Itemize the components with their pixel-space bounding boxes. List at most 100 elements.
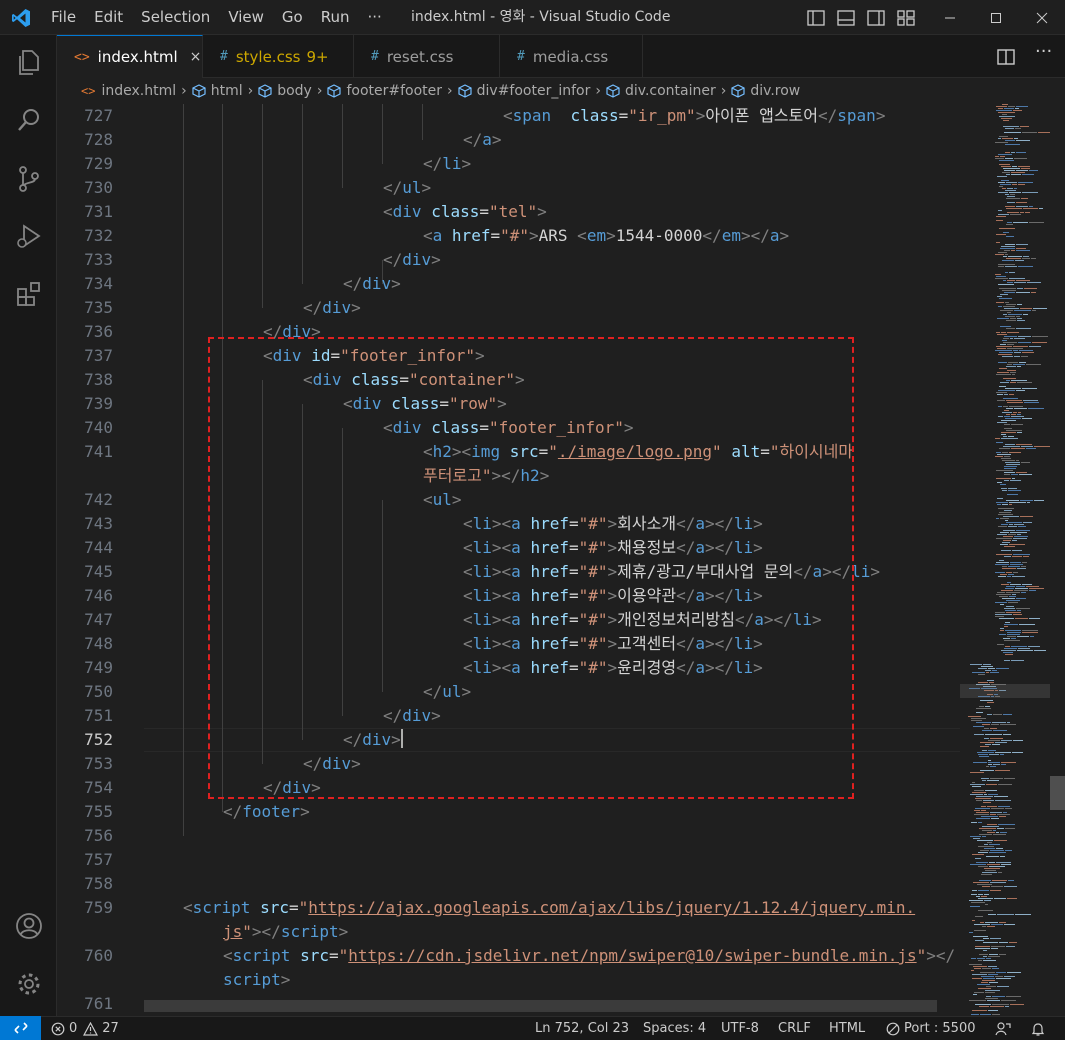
- minimap-line: [996, 470, 1013, 471]
- minimap-line: [990, 778, 1003, 779]
- menu-file[interactable]: File: [42, 0, 85, 35]
- tab-style-css[interactable]: # style.css 9+: [203, 35, 354, 78]
- horizontal-scrollbar[interactable]: [144, 1000, 937, 1012]
- toggle-panel-icon[interactable]: [836, 8, 856, 28]
- scrollbar-thumb[interactable]: [1050, 776, 1065, 810]
- toggle-secondary-sidebar-icon[interactable]: [866, 8, 886, 28]
- minimap-line: [1017, 636, 1029, 637]
- minimap-line: [978, 960, 982, 961]
- minimap-line: [1007, 280, 1015, 281]
- minimap-line: [983, 938, 989, 939]
- minimap[interactable]: [960, 104, 1050, 1016]
- minimap-line: [994, 898, 1006, 899]
- source-control-icon[interactable]: [14, 164, 44, 194]
- minimap-line: [988, 760, 991, 761]
- minimap-line: [978, 890, 989, 891]
- minimap-line: [995, 350, 1012, 351]
- minimap-line: [1009, 502, 1026, 503]
- breadcrumb-item[interactable]: div#footer_infor: [458, 83, 590, 99]
- minimap-line: [1003, 398, 1018, 399]
- breadcrumb-item[interactable]: div.row: [731, 83, 800, 99]
- minimap-line: [1008, 566, 1020, 567]
- minimap-line: [997, 914, 1014, 915]
- tab-reset-css[interactable]: # reset.css: [354, 35, 500, 78]
- explorer-icon[interactable]: [14, 47, 44, 77]
- settings-gear-icon[interactable]: [14, 969, 44, 999]
- minimap-line: [1012, 594, 1016, 595]
- minimap-line: [990, 890, 1001, 891]
- line-number: 761: [84, 994, 113, 1013]
- more-actions-icon[interactable]: ···: [1035, 41, 1052, 62]
- notifications-bell-icon[interactable]: [1030, 1021, 1046, 1037]
- minimap-line: [999, 368, 1007, 369]
- run-debug-icon[interactable]: [14, 221, 44, 251]
- minimap-line: [1015, 108, 1019, 109]
- close-tab-icon[interactable]: ×: [190, 49, 202, 65]
- minimap-line: [1006, 414, 1010, 415]
- menu-run[interactable]: Run: [312, 0, 359, 35]
- minimap-line: [1002, 542, 1010, 543]
- minimap-line: [996, 862, 1011, 863]
- minimap-line: [1007, 348, 1023, 349]
- breadcrumb-item[interactable]: div.container: [606, 83, 716, 99]
- live-server-port[interactable]: Port : 5500: [886, 1017, 976, 1040]
- error-count: 0: [69, 1021, 78, 1036]
- minimap-line: [985, 744, 991, 745]
- minimap-line: [989, 754, 999, 755]
- cursor-position[interactable]: Ln 752, Col 23: [535, 1017, 629, 1040]
- minimap-line: [996, 346, 1012, 347]
- extensions-icon[interactable]: [14, 279, 44, 309]
- minimap-line: [995, 274, 1001, 275]
- minimap-line: [998, 784, 1012, 785]
- language-mode[interactable]: HTML: [829, 1017, 865, 1040]
- line-number: 735: [84, 298, 113, 317]
- minimap-line: [996, 554, 1012, 555]
- menu-more[interactable]: ···: [359, 0, 391, 35]
- minimap-line: [1000, 382, 1009, 383]
- minimap-line: [1020, 516, 1033, 517]
- minimap-line: [995, 456, 1003, 457]
- minimap-line: [1015, 588, 1028, 589]
- minimap-line: [1002, 260, 1014, 261]
- minimap-line: [1034, 650, 1046, 651]
- close-window-button[interactable]: [1019, 0, 1065, 35]
- minimap-line: [1000, 248, 1015, 249]
- tab-media-css[interactable]: # media.css: [500, 35, 643, 78]
- minimap-line: [977, 984, 990, 985]
- accounts-feedback-icon[interactable]: [995, 1021, 1011, 1037]
- breadcrumb-item[interactable]: <> index.html: [81, 83, 176, 99]
- menu-edit[interactable]: Edit: [85, 0, 132, 35]
- remote-indicator-button[interactable]: [0, 1016, 41, 1040]
- maximize-button[interactable]: [973, 0, 1019, 35]
- accounts-icon[interactable]: [14, 911, 44, 941]
- menu-view[interactable]: View: [219, 0, 273, 35]
- breadcrumb-item[interactable]: body: [258, 83, 312, 99]
- eol-setting[interactable]: CRLF: [778, 1017, 811, 1040]
- menu-go[interactable]: Go: [273, 0, 312, 35]
- code-editor[interactable]: 727 <span class="ir_pm">아이폰 앱스토어</span> 72…: [57, 104, 960, 1016]
- minimize-button[interactable]: [927, 0, 973, 35]
- encoding-setting[interactable]: UTF-8: [721, 1017, 759, 1040]
- toggle-primary-sidebar-icon[interactable]: [806, 8, 826, 28]
- minimap-line: [1001, 1000, 1016, 1001]
- menu-selection[interactable]: Selection: [132, 0, 219, 35]
- search-icon[interactable]: [14, 105, 44, 135]
- minimap-line: [999, 288, 1016, 289]
- breadcrumb-item[interactable]: html: [192, 83, 243, 99]
- breadcrumb-item[interactable]: footer#footer: [327, 83, 442, 99]
- minimap-viewport-slider[interactable]: [960, 684, 1050, 698]
- indentation-setting[interactable]: Spaces: 4: [643, 1017, 706, 1040]
- vertical-scrollbar[interactable]: [1050, 104, 1065, 1016]
- minimap-line: [992, 968, 999, 969]
- minimap-line: [989, 866, 1005, 867]
- minimap-line: [1016, 292, 1030, 293]
- minimap-line: [972, 974, 987, 975]
- problems-indicator[interactable]: 0 27: [51, 1017, 119, 1040]
- split-editor-icon[interactable]: [996, 47, 1016, 67]
- customize-layout-icon[interactable]: [896, 8, 916, 28]
- tab-index-html[interactable]: <> index.html ×: [57, 35, 203, 78]
- line-number: 729: [84, 154, 113, 173]
- minimap-line: [1023, 556, 1029, 557]
- minimap-line: [969, 900, 983, 901]
- line-number: 748: [84, 634, 113, 653]
